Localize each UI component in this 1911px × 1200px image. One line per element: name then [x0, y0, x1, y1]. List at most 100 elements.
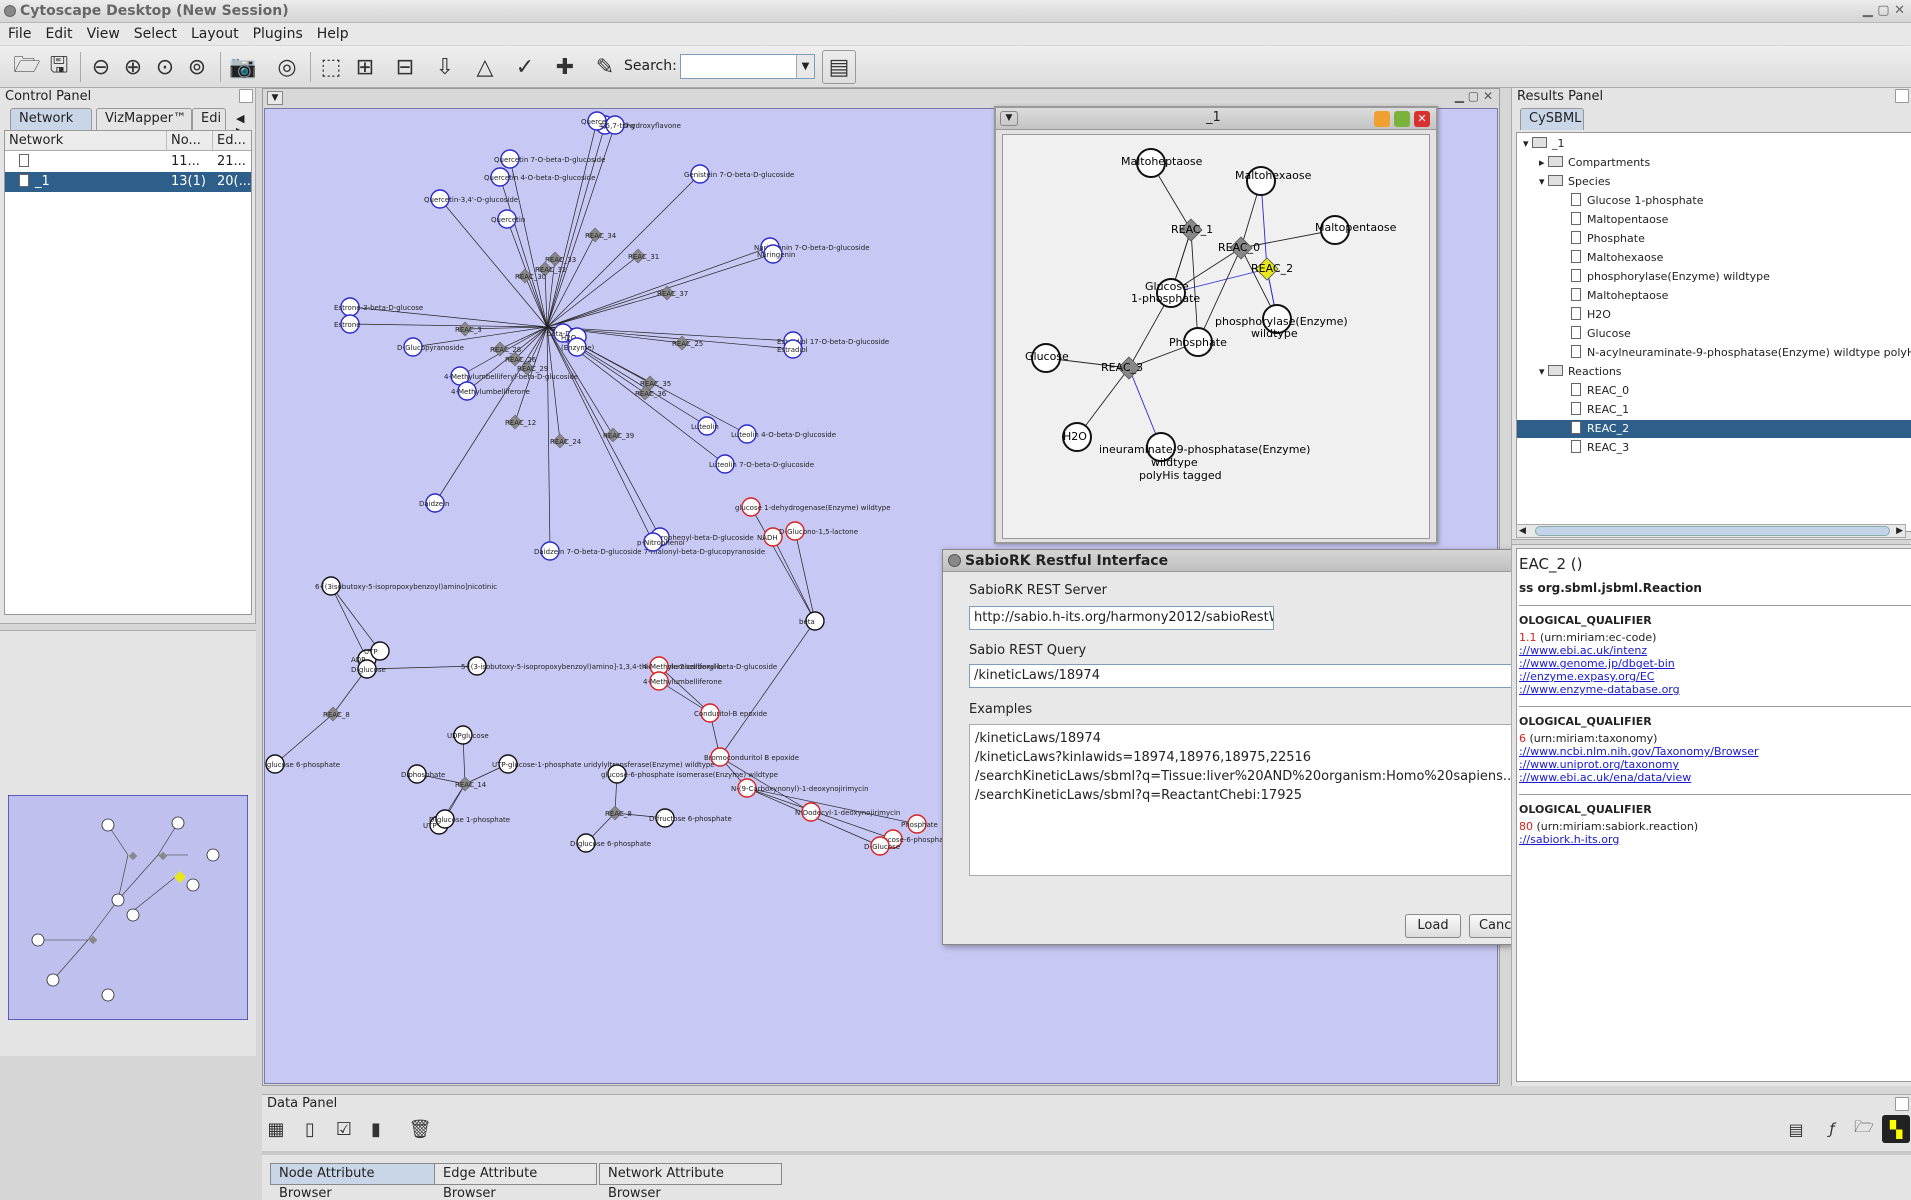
- tab-editor[interactable]: Edi: [192, 108, 226, 130]
- document-icon[interactable]: ▯: [296, 1115, 324, 1143]
- trash-icon[interactable]: 🗑: [406, 1115, 434, 1143]
- close-icon[interactable]: ✕: [1414, 111, 1430, 127]
- header-nodes[interactable]: No...: [167, 131, 213, 151]
- undock-icon[interactable]: [1895, 89, 1909, 103]
- resource-link[interactable]: ://www.uniprot.org/taxonomy: [1519, 758, 1911, 771]
- tab-node-attribute-browser[interactable]: Node Attribute Browser: [270, 1163, 435, 1200]
- tree-species-item[interactable]: Glucose: [1517, 325, 1911, 343]
- expand-icon[interactable]: ▾: [1539, 365, 1545, 378]
- table-row[interactable]: 11... 21...: [5, 152, 251, 172]
- table-icon[interactable]: ▦: [262, 1115, 290, 1143]
- window-controls-icon[interactable]: ▁ ▢ ✕: [1455, 89, 1493, 103]
- identifier-value[interactable]: 6: [1519, 732, 1526, 745]
- triangle-layout-icon[interactable]: △: [468, 50, 502, 84]
- tree-species-item[interactable]: Glucose 1-phosphate: [1517, 192, 1911, 210]
- resource-link[interactable]: ://www.ncbi.nlm.nih.gov/Taxonomy/Browser: [1519, 745, 1911, 758]
- new-network-selected-nodes-icon[interactable]: ⊞: [348, 50, 382, 84]
- search-options-icon[interactable]: ▤: [822, 50, 856, 84]
- menu-view[interactable]: View: [87, 26, 120, 42]
- resource-link[interactable]: ://www.genome.jp/dbget-bin: [1519, 657, 1911, 670]
- tree-species-item[interactable]: Maltohexaose: [1517, 249, 1911, 267]
- checkmark-icon[interactable]: ✓: [508, 50, 542, 84]
- tree-species-item[interactable]: Maltoheptaose: [1517, 287, 1911, 305]
- zoom-out-icon[interactable]: ⊖: [84, 50, 118, 84]
- menu-edit[interactable]: Edit: [45, 26, 72, 42]
- subnetwork-canvas[interactable]: Maltoheptaose Maltohexaose Maltopentaose RE…: [1002, 134, 1430, 539]
- tab-network[interactable]: Network ♦: [10, 108, 92, 146]
- identifier-value[interactable]: 80: [1519, 820, 1533, 833]
- open-folder-icon[interactable]: 🗁: [10, 50, 44, 84]
- resource-link[interactable]: ://www.enzyme-database.org: [1519, 683, 1911, 696]
- zoom-in-icon[interactable]: ⊕: [116, 50, 150, 84]
- collapse-icon[interactable]: ▸: [1539, 156, 1545, 169]
- example-item[interactable]: /kineticLaws?kinlawids=18974,18976,18975…: [975, 748, 1518, 767]
- tree-species-item[interactable]: H2O: [1517, 306, 1911, 324]
- menu-plugins[interactable]: Plugins: [253, 26, 303, 42]
- zoom-selected-icon[interactable]: ⊙: [148, 50, 182, 84]
- example-item[interactable]: /searchKineticLaws/sbml?q=Tissue:liver%2…: [975, 767, 1518, 786]
- window-menu-icon[interactable]: ▼: [1000, 111, 1018, 126]
- identifier-value[interactable]: 1.1: [1519, 631, 1537, 644]
- vizmapper-icon[interactable]: ⬚: [314, 50, 348, 84]
- menu-layout[interactable]: Layout: [191, 26, 239, 42]
- edit-icon[interactable]: ✎: [588, 50, 622, 84]
- checklist-icon[interactable]: ☑: [330, 1115, 358, 1143]
- resource-link[interactable]: ://sabiork.h-its.org: [1519, 833, 1911, 846]
- import-arrow-icon[interactable]: ⇩: [428, 50, 462, 84]
- expand-icon[interactable]: ▾: [1539, 175, 1545, 188]
- table-row[interactable]: _1 13(1) 20(...: [5, 172, 251, 192]
- query-input[interactable]: /kineticLaws/18974: [969, 664, 1524, 688]
- lifebuoy-icon[interactable]: ◎: [270, 50, 304, 84]
- new-network-selected-edges-icon[interactable]: ⊟: [388, 50, 422, 84]
- tree-reaction-item[interactable]: REAC_3: [1517, 439, 1911, 457]
- resource-link[interactable]: ://www.ebi.ac.uk/intenz: [1519, 644, 1911, 657]
- tree-species-item[interactable]: Maltopentaose: [1517, 211, 1911, 229]
- tree-reactions[interactable]: ▾ Reactions: [1517, 363, 1911, 381]
- tree-reaction-item[interactable]: REAC_1: [1517, 401, 1911, 419]
- tab-network-attribute-browser[interactable]: Network Attribute Browser: [599, 1163, 782, 1200]
- window-menu-icon[interactable]: ▼: [267, 91, 283, 105]
- splitter[interactable]: [0, 623, 256, 631]
- chevron-down-icon[interactable]: ▼: [796, 55, 814, 78]
- example-item[interactable]: /kineticLaws/18974: [975, 729, 1518, 748]
- import-table-icon[interactable]: ▤: [1782, 1115, 1810, 1143]
- resource-link[interactable]: ://www.ebi.ac.uk/ena/data/view: [1519, 771, 1911, 784]
- dialog-title-bar[interactable]: SabioRK Restful Interface: [943, 550, 1541, 572]
- heatmap-icon[interactable]: ▚: [1882, 1115, 1910, 1143]
- expand-icon[interactable]: ▾: [1523, 137, 1529, 150]
- minimize-icon[interactable]: [1374, 111, 1390, 127]
- plus-icon[interactable]: ✚: [548, 50, 582, 84]
- subnetwork-title-bar[interactable]: ▼ _1 ✕: [996, 108, 1436, 130]
- open-folder-icon[interactable]: 🗁: [1850, 1115, 1878, 1143]
- server-input[interactable]: http://sabio.h-its.org/harmony2012/sabio…: [969, 606, 1274, 630]
- zoom-fit-icon[interactable]: ⊚: [180, 50, 214, 84]
- tree-species[interactable]: ▾ Species: [1517, 173, 1911, 191]
- scroll-left-icon[interactable]: ◀: [1519, 526, 1526, 536]
- tree-species-item[interactable]: phosphorylase(Enzyme) wildtype: [1517, 268, 1911, 286]
- menu-select[interactable]: Select: [134, 26, 177, 42]
- columns-icon[interactable]: ▮: [362, 1115, 390, 1143]
- camera-icon[interactable]: 📷: [226, 50, 260, 84]
- tree-root[interactable]: ▾ _1: [1517, 135, 1911, 153]
- tree-compartments[interactable]: ▸ Compartments: [1517, 154, 1911, 172]
- window-controls-icon[interactable]: ▁ ▢ ✕: [1863, 0, 1905, 22]
- tree-reaction-item[interactable]: REAC_2: [1517, 420, 1911, 438]
- tab-edge-attribute-browser[interactable]: Edge Attribute Browser: [434, 1163, 597, 1200]
- resource-link[interactable]: ://enzyme.expasy.org/EC: [1519, 670, 1911, 683]
- scroll-right-icon[interactable]: ▶: [1896, 526, 1903, 536]
- horizontal-scrollbar[interactable]: ◀ ▶: [1516, 524, 1906, 538]
- example-item[interactable]: /searchKineticLaws/sbml?q=ReactantChebi:…: [975, 786, 1518, 805]
- tree-reaction-item[interactable]: REAC_0: [1517, 382, 1911, 400]
- search-input[interactable]: ▼: [680, 54, 815, 79]
- splitter[interactable]: [1512, 539, 1911, 545]
- save-icon[interactable]: 🖫: [42, 50, 76, 84]
- tree-species-item[interactable]: N-acylneuraminate-9-phosphatase(Enzyme) …: [1517, 344, 1911, 362]
- maximize-icon[interactable]: [1394, 111, 1410, 127]
- header-network[interactable]: Network: [5, 131, 167, 151]
- function-icon[interactable]: ƒ: [1818, 1115, 1846, 1143]
- undock-icon[interactable]: [1895, 1097, 1909, 1111]
- tab-cysbml[interactable]: CySBML: [1520, 108, 1584, 130]
- tab-vizmapper[interactable]: VizMapper™: [96, 108, 192, 130]
- menu-help[interactable]: Help: [317, 26, 349, 42]
- menu-file[interactable]: File: [8, 26, 31, 42]
